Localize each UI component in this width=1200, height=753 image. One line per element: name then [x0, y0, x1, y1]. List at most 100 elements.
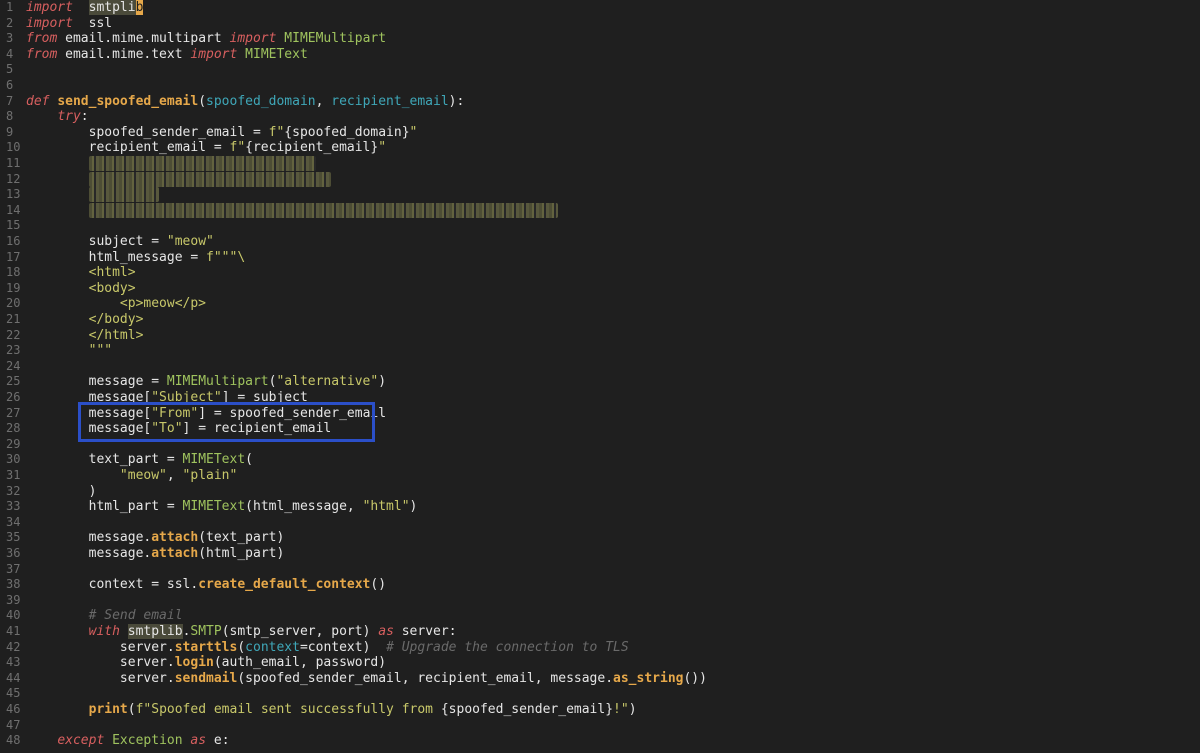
- code-text[interactable]: message.attach(text_part): [26, 530, 285, 545]
- code-token: ssl: [72, 15, 113, 31]
- code-token: sendmail: [174, 670, 238, 686]
- code-token: server:: [393, 624, 457, 639]
- code-text[interactable]: subject = "meow": [26, 234, 214, 249]
- code-text[interactable]: "meow", "plain": [26, 468, 237, 483]
- redacted-text: xxx = xxx: [88, 187, 160, 203]
- code-token: html_part =: [26, 499, 183, 515]
- code-token: as: [190, 733, 207, 749]
- line-number: 32: [6, 483, 21, 498]
- code-text[interactable]: message.attach(html_part): [26, 546, 285, 561]
- code-token: MIMEMultipart: [284, 31, 387, 47]
- line-number: 19: [6, 280, 21, 295]
- line-number: 11: [6, 156, 21, 170]
- code-token: text_part =: [26, 452, 183, 468]
- code-token: html_message =: [26, 249, 207, 265]
- code-text[interactable]: from email.mime.text import MIMEText: [26, 47, 308, 62]
- code-text[interactable]: try:: [26, 109, 89, 125]
- code-token: print: [88, 702, 128, 717]
- code-text[interactable]: </html>: [26, 327, 144, 343]
- code-text[interactable]: message = MIMEMultipart("alternative"): [26, 374, 386, 389]
- code-token: (smtp_server, port): [221, 624, 379, 639]
- code-token: MIMEMultipart: [166, 374, 269, 390]
- code-token: =context): [299, 639, 387, 655]
- code-text[interactable]: ): [26, 484, 97, 499]
- code-token: email.mime.multipart: [57, 31, 230, 47]
- code-token: (spoofed_sender_email, recipient_email, …: [237, 670, 614, 686]
- code-text[interactable]: html_part = MIMEText(html_message, "html…: [26, 499, 418, 515]
- code-token: ": [409, 124, 418, 140]
- line-number: 24: [6, 358, 21, 373]
- code-token: as_string: [613, 670, 684, 686]
- code-text[interactable]: server.sendmail(spoofed_sender_email, re…: [26, 671, 707, 686]
- highlight-box-from-to-lines: [78, 402, 375, 442]
- line-number: 9: [6, 124, 14, 139]
- code-token: except: [57, 733, 105, 749]
- redacted-text: xxxx xxxxx = "xxxxxxxxxxxxxxxx": [88, 171, 332, 187]
- code-text[interactable]: with smtplib.SMTP(smtp_server, port) as …: [26, 624, 457, 639]
- redacted-text: xxx xxxxx = "xxxxxxxxxxxxxxx": [88, 156, 316, 171]
- code-text[interactable]: # Send email: [26, 608, 183, 623]
- code-text[interactable]: def send_spoofed_email(spoofed_domain, r…: [26, 94, 464, 109]
- line-number: 22: [6, 327, 21, 342]
- code-text[interactable]: </body>: [26, 312, 144, 327]
- code-token: ):: [448, 93, 465, 109]
- code-text[interactable]: server.login(auth_email, password): [26, 655, 386, 670]
- code-token: ): [628, 702, 637, 717]
- code-text[interactable]: import smtplib: [26, 0, 144, 15]
- code-text[interactable]: xxxxxxxxx = "xxxxxxxxxxxxxxxxxxxxxxxxxxx…: [26, 202, 559, 218]
- code-text[interactable]: text_part = MIMEText(: [26, 452, 253, 467]
- code-token: :: [80, 109, 89, 125]
- code-text[interactable]: context = ssl.create_default_context(): [26, 577, 386, 592]
- code-text[interactable]: <body>: [26, 281, 136, 296]
- code-text[interactable]: xxx = xxx: [26, 187, 160, 203]
- line-number: 10: [6, 140, 21, 155]
- code-editor[interactable]: 1 import smtplib 2 import ssl 3 from email.mi…: [0, 0, 1200, 753]
- line-number: 41: [6, 624, 21, 638]
- code-token: starttls: [174, 639, 238, 655]
- code-token: message.: [26, 546, 152, 561]
- code-token: create_default_context: [198, 577, 371, 593]
- code-text[interactable]: xxx xxxxx = "xxxxxxxxxxxxxxx": [26, 156, 316, 171]
- code-text[interactable]: """: [26, 343, 112, 358]
- code-token: import: [229, 31, 277, 47]
- redacted-text: xxxxxxxxx = "xxxxxxxxxxxxxxxxxxxxxxxxxxx…: [88, 202, 559, 218]
- line-number: 25: [6, 374, 21, 389]
- code-token: {spoofed_sender_email}: [440, 702, 614, 717]
- code-text[interactable]: html_message = f"""\: [26, 249, 246, 265]
- code-token: from: [26, 46, 58, 62]
- line-number: 27: [6, 405, 21, 420]
- line-number: 29: [6, 436, 21, 451]
- code-text[interactable]: recipient_email = f"{recipient_email}": [26, 140, 386, 155]
- code-text[interactable]: xxxx xxxxx = "xxxxxxxxxxxxxxxx": [26, 171, 332, 187]
- code-token: recipient_email: [331, 93, 449, 109]
- line-number: 21: [6, 312, 21, 326]
- code-text[interactable]: <p>meow</p>: [26, 296, 206, 311]
- code-token: MIMEText: [182, 452, 246, 468]
- line-number: 15: [6, 218, 21, 233]
- code-token: (: [127, 702, 136, 717]
- code-text[interactable]: import ssl: [26, 16, 112, 31]
- line-number: 23: [6, 343, 21, 358]
- line-number: 46: [6, 702, 21, 716]
- code-token: message =: [26, 374, 167, 390]
- code-token: (: [245, 452, 253, 468]
- code-text[interactable]: <html>: [26, 265, 136, 280]
- code-text[interactable]: from email.mime.multipart import MIMEMul…: [26, 31, 386, 46]
- line-number: 42: [6, 639, 21, 654]
- code-token: f": [229, 140, 246, 156]
- code-text[interactable]: spoofed_sender_email = f"{spoofed_domain…: [26, 124, 418, 140]
- code-token: </html>: [26, 327, 144, 343]
- code-text[interactable]: server.starttls(context=context) # Upgra…: [26, 640, 629, 655]
- line-number: 40: [6, 608, 21, 623]
- line-number: 6: [6, 78, 14, 92]
- code-text[interactable]: except Exception as e:: [26, 733, 229, 749]
- line-number: 47: [6, 717, 21, 732]
- line-number: 31: [6, 468, 21, 482]
- code-token: server.: [26, 655, 175, 671]
- code-text[interactable]: print(f"Spoofed email sent successfully …: [26, 702, 637, 717]
